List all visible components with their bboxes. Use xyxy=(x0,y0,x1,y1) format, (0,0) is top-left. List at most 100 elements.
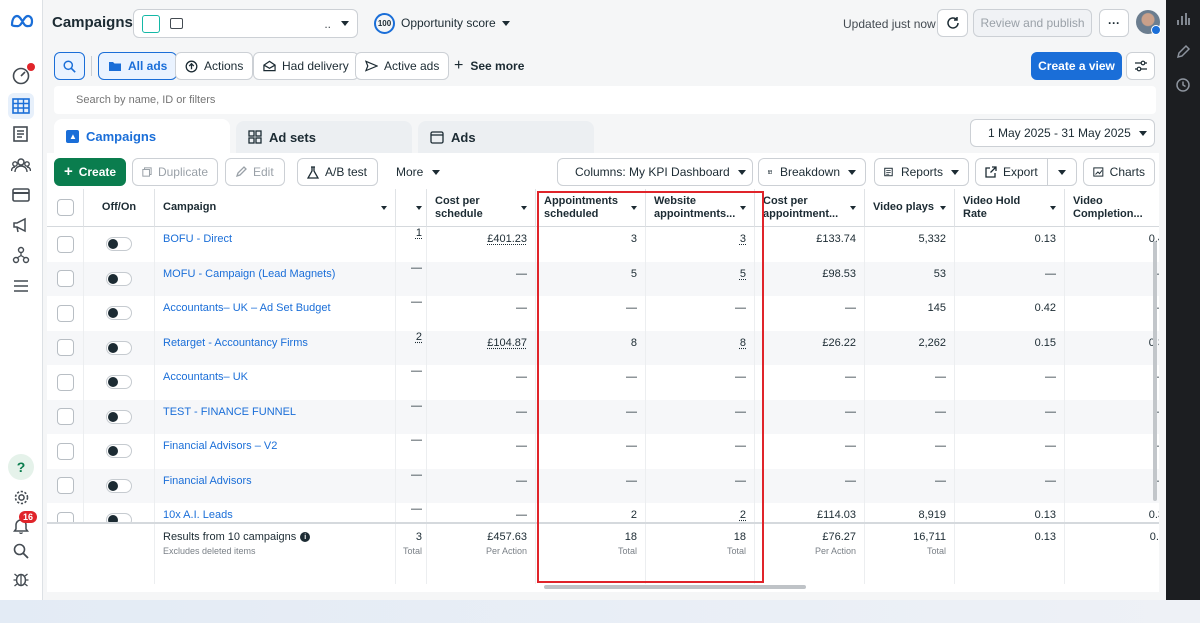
speedometer-icon[interactable] xyxy=(8,62,35,88)
help-icon[interactable]: ? xyxy=(8,454,34,480)
vertical-scrollbar[interactable] xyxy=(1153,241,1157,501)
row-checkbox[interactable] xyxy=(56,442,74,460)
notifications-bell-icon[interactable]: 16 xyxy=(8,511,38,538)
bug-report-icon[interactable] xyxy=(8,565,34,591)
delivery-toggle[interactable] xyxy=(106,444,132,459)
billing-card-icon[interactable] xyxy=(8,182,34,208)
sort-caret-icon[interactable] xyxy=(850,205,856,210)
settings-gear-icon[interactable] xyxy=(8,484,34,510)
cell-c2[interactable]: £401.23 xyxy=(427,227,536,262)
cell-c1[interactable]: 2 xyxy=(396,330,427,365)
tab-ad-sets[interactable]: Ad sets xyxy=(236,121,412,153)
row-checkbox-cell[interactable] xyxy=(47,330,84,365)
edit-pencil-icon[interactable] xyxy=(1175,44,1191,60)
select-all-header[interactable] xyxy=(47,189,84,227)
more-options-button[interactable]: ··· xyxy=(1099,9,1129,37)
account-selector[interactable]: .. xyxy=(133,9,358,38)
select-all-checkbox[interactable] xyxy=(56,199,74,216)
campaign-name[interactable]: Retarget - Accountancy Firms xyxy=(155,330,396,365)
pages-icon[interactable] xyxy=(8,121,34,147)
sort-caret-icon[interactable] xyxy=(940,205,946,210)
create-button[interactable]: + Create xyxy=(54,158,126,186)
row-checkbox[interactable] xyxy=(56,235,74,253)
business-network-icon[interactable] xyxy=(8,242,34,268)
cell-c1[interactable]: 1 xyxy=(396,227,427,262)
sort-caret-icon[interactable] xyxy=(1050,205,1056,210)
campaign-name[interactable]: MOFU - Campaign (Lead Magnets) xyxy=(155,261,396,296)
row-checkbox[interactable] xyxy=(56,477,74,495)
campaign-name[interactable]: Financial Advisors – V2 xyxy=(155,434,396,469)
header-video-plays[interactable]: Video plays xyxy=(865,189,955,227)
more-dropdown[interactable]: More xyxy=(396,165,441,179)
campaigns-table-icon[interactable] xyxy=(8,93,34,119)
row-checkbox-cell[interactable] xyxy=(47,261,84,296)
header-video-completion[interactable]: Video Completion... xyxy=(1065,189,1159,227)
ab-test-button[interactable]: A/B test xyxy=(297,158,378,186)
campaign-name[interactable]: Accountants– UK xyxy=(155,365,396,400)
delivery-toggle[interactable] xyxy=(106,306,132,321)
sort-caret-icon[interactable] xyxy=(381,205,387,210)
all-ads-filter[interactable]: All ads xyxy=(98,52,178,80)
delivery-toggle[interactable] xyxy=(106,409,132,424)
row-checkbox-cell[interactable] xyxy=(47,296,84,331)
delivery-toggle[interactable] xyxy=(106,478,132,493)
search-toggle-button[interactable] xyxy=(54,52,85,80)
search-bar[interactable] xyxy=(54,86,1156,114)
duplicate-button[interactable]: Duplicate xyxy=(132,158,218,186)
header-results[interactable] xyxy=(396,189,427,227)
row-checkbox[interactable] xyxy=(56,339,74,357)
refresh-button[interactable] xyxy=(937,9,968,37)
row-checkbox-cell[interactable] xyxy=(47,468,84,503)
review-publish-button[interactable]: Review and publish xyxy=(973,9,1092,37)
row-checkbox-cell[interactable] xyxy=(47,227,84,262)
date-range-picker[interactable]: 1 May 2025 - 31 May 2025 xyxy=(970,119,1155,147)
delivery-toggle[interactable] xyxy=(106,340,132,355)
history-clock-icon[interactable] xyxy=(1175,77,1191,93)
bar-chart-icon[interactable] xyxy=(1175,11,1191,27)
header-video-hold-rate[interactable]: Video Hold Rate xyxy=(955,189,1065,227)
header-cost-per-appointment[interactable]: Cost per appointment... xyxy=(755,189,865,227)
horizontal-scrollbar[interactable] xyxy=(544,585,806,589)
search-input[interactable] xyxy=(54,86,1156,114)
row-checkbox[interactable] xyxy=(56,373,74,391)
chevron-down-icon[interactable] xyxy=(1058,170,1066,175)
edit-button[interactable]: Edit xyxy=(225,158,285,186)
active-ads-filter[interactable]: Active ads xyxy=(355,52,450,80)
search-icon[interactable] xyxy=(8,538,34,564)
menu-icon[interactable] xyxy=(8,273,34,299)
sort-caret-icon[interactable] xyxy=(521,205,527,210)
row-checkbox-cell[interactable] xyxy=(47,434,84,469)
header-cost-per-schedule[interactable]: Cost per schedule xyxy=(427,189,536,227)
header-campaign[interactable]: Campaign xyxy=(155,189,396,227)
reports-dropdown[interactable]: Reports xyxy=(874,158,969,186)
charts-button[interactable]: Charts xyxy=(1083,158,1155,186)
campaign-name[interactable]: TEST - FINANCE FUNNEL xyxy=(155,399,396,434)
create-view-button[interactable]: Create a view xyxy=(1031,52,1122,80)
campaign-name[interactable]: Financial Advisors xyxy=(155,468,396,503)
filter-settings-button[interactable] xyxy=(1126,52,1155,80)
row-checkbox[interactable] xyxy=(56,270,74,288)
megaphone-icon[interactable] xyxy=(8,212,34,238)
delivery-toggle[interactable] xyxy=(106,237,132,252)
meta-logo[interactable] xyxy=(10,14,34,28)
columns-dropdown[interactable]: Columns: My KPI Dashboard xyxy=(557,158,753,186)
cell-c2[interactable]: £104.87 xyxy=(427,330,536,365)
avatar[interactable] xyxy=(1136,10,1161,35)
row-checkbox-cell[interactable] xyxy=(47,399,84,434)
delivery-toggle[interactable] xyxy=(106,271,132,286)
campaign-name[interactable]: Accountants– UK – Ad Set Budget xyxy=(155,296,396,331)
campaign-name[interactable]: BOFU - Direct xyxy=(155,227,396,262)
row-checkbox[interactable] xyxy=(56,408,74,426)
delivery-toggle[interactable] xyxy=(106,375,132,390)
sort-caret-icon[interactable] xyxy=(416,205,422,210)
see-more-button[interactable]: + See more xyxy=(454,58,524,74)
export-button[interactable]: Export xyxy=(975,158,1077,186)
info-icon[interactable]: i xyxy=(300,532,311,542)
header-offon[interactable]: Off/On xyxy=(84,189,155,227)
tab-campaigns[interactable]: ▲ Campaigns xyxy=(54,119,230,153)
had-delivery-filter[interactable]: Had delivery xyxy=(253,52,359,80)
breakdown-dropdown[interactable]: Breakdown xyxy=(758,158,866,186)
row-checkbox[interactable] xyxy=(56,304,74,322)
tab-ads[interactable]: Ads xyxy=(418,121,594,153)
opportunity-score[interactable]: 100 Opportunity score xyxy=(374,12,510,34)
